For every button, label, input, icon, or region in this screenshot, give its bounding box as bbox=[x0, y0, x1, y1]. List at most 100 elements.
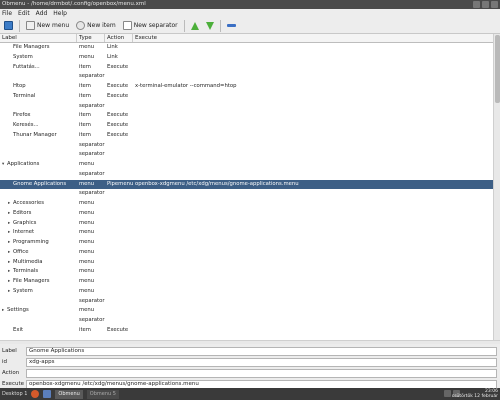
table-row[interactable]: ▸ Programming menu bbox=[0, 238, 493, 248]
terminal-launcher-icon[interactable] bbox=[43, 390, 52, 398]
cell-label: ▸ Accessories bbox=[0, 199, 77, 209]
table-row[interactable]: Gnome Applications menu Pipemenu openbox-xd… bbox=[0, 179, 493, 190]
table-row[interactable]: ▸ File Managers menu bbox=[0, 277, 493, 287]
table-row[interactable]: separator bbox=[0, 189, 493, 199]
table-row[interactable]: separator bbox=[0, 72, 493, 82]
cell-execute bbox=[133, 72, 493, 82]
taskbar-task-active[interactable]: Obmenu bbox=[55, 389, 83, 399]
cell-execute bbox=[133, 277, 493, 287]
cell-action: Pipemenu bbox=[107, 180, 133, 187]
table-row[interactable]: separator bbox=[0, 102, 493, 112]
cell-action bbox=[105, 267, 133, 277]
id-field[interactable] bbox=[26, 357, 497, 367]
table-row[interactable]: ▸ Settings menu bbox=[0, 306, 493, 316]
taskbar-task[interactable]: Obmenu 5 bbox=[86, 389, 119, 399]
table-row[interactable]: separator bbox=[0, 297, 493, 307]
cell-execute bbox=[133, 258, 493, 268]
cell-action bbox=[105, 306, 133, 316]
cell-type: separator bbox=[79, 190, 105, 197]
table-row[interactable]: ▸ Editors menu bbox=[0, 209, 493, 219]
table-row[interactable]: Futtatás... item Execute bbox=[0, 63, 493, 73]
cell-type: separator bbox=[79, 151, 105, 158]
cell-action bbox=[105, 150, 133, 160]
table-row[interactable]: ▾ Applications menu bbox=[0, 160, 493, 170]
table-row[interactable]: ▸ Graphics menu bbox=[0, 219, 493, 229]
table-row[interactable]: System menu Link bbox=[0, 53, 493, 63]
browser-launcher-icon[interactable] bbox=[31, 390, 40, 398]
table-row[interactable]: ▸ Multimedia menu bbox=[0, 258, 493, 268]
table-row[interactable]: Thunar Manager item Execute bbox=[0, 131, 493, 141]
cell-execute bbox=[133, 53, 493, 63]
cell-label: Terminal bbox=[0, 92, 77, 102]
column-header-type[interactable]: Type bbox=[77, 34, 105, 42]
cell-type: menu bbox=[79, 200, 95, 206]
table-row[interactable]: ▸ System menu bbox=[0, 287, 493, 297]
menu-add[interactable]: Add bbox=[36, 10, 48, 17]
desktop-switcher[interactable]: Desktop 1 bbox=[2, 391, 27, 397]
cell-label: Gnome Applications bbox=[0, 180, 77, 190]
new-separator-icon bbox=[122, 21, 132, 30]
property-row-action: Action bbox=[0, 368, 500, 378]
label-field[interactable] bbox=[26, 346, 497, 356]
table-row[interactable]: separator bbox=[0, 141, 493, 151]
new-separator-button[interactable]: New separator bbox=[121, 19, 180, 32]
new-menu-button[interactable]: New menu bbox=[24, 19, 71, 32]
table-row[interactable]: ▸ Office menu bbox=[0, 248, 493, 258]
cell-type: menu bbox=[79, 307, 95, 314]
column-header-execute[interactable]: Execute bbox=[133, 34, 493, 42]
close-button[interactable] bbox=[491, 1, 498, 8]
action-field[interactable] bbox=[26, 368, 497, 378]
cell-execute bbox=[133, 121, 493, 131]
vertical-scrollbar[interactable] bbox=[493, 34, 500, 340]
remove-button[interactable] bbox=[225, 19, 238, 32]
table-row[interactable]: Keresés... item Execute bbox=[0, 121, 493, 131]
column-header-action[interactable]: Action bbox=[105, 34, 133, 42]
cell-type: separator bbox=[79, 141, 105, 148]
minimize-button[interactable] bbox=[473, 1, 480, 8]
table-row[interactable]: separator bbox=[0, 170, 493, 180]
cell-type: item bbox=[79, 92, 91, 99]
cell-execute bbox=[133, 248, 493, 258]
network-icon[interactable] bbox=[444, 390, 451, 397]
cell-type: menu bbox=[79, 287, 95, 294]
clock[interactable]: 23:06 csütörtök 12 február bbox=[452, 389, 498, 399]
cell-action: Execute bbox=[107, 63, 129, 70]
move-up-button[interactable] bbox=[189, 19, 201, 32]
scrollbar-thumb[interactable] bbox=[495, 35, 500, 103]
new-item-button[interactable]: New item bbox=[74, 19, 118, 32]
column-header-label[interactable]: Label bbox=[0, 34, 77, 42]
move-down-button[interactable] bbox=[204, 19, 216, 32]
cell-execute bbox=[133, 267, 493, 277]
cell-label: ▾ Applications bbox=[0, 160, 77, 170]
new-item-label: New item bbox=[87, 22, 116, 29]
cell-label-text: Multimedia bbox=[13, 258, 43, 265]
cell-execute bbox=[133, 92, 493, 102]
maximize-button[interactable] bbox=[482, 1, 489, 8]
menu-help[interactable]: Help bbox=[53, 10, 67, 17]
menu-file[interactable]: File bbox=[2, 10, 12, 17]
cell-action bbox=[105, 228, 133, 238]
table-row[interactable]: ▸ Terminals menu bbox=[0, 267, 493, 277]
cell-execute bbox=[133, 209, 493, 219]
table-row[interactable]: Exit item Execute bbox=[0, 326, 493, 336]
taskbar: Desktop 1 Obmenu Obmenu 5 23:06 csütörtö… bbox=[0, 388, 500, 400]
save-button[interactable] bbox=[2, 19, 15, 32]
new-separator-label: New separator bbox=[133, 22, 178, 29]
cell-label-text: Graphics bbox=[13, 219, 37, 226]
menu-edit[interactable]: Edit bbox=[18, 10, 30, 17]
table-row[interactable]: ▸ Internet menu bbox=[0, 228, 493, 238]
table-row[interactable]: File Managers menu Link bbox=[0, 43, 493, 53]
table-row[interactable]: Htop item Execute x-terminal-emulator --com… bbox=[0, 82, 493, 92]
table-row[interactable]: Terminal item Execute bbox=[0, 92, 493, 102]
cell-label bbox=[0, 297, 77, 307]
table-row[interactable]: separator bbox=[0, 150, 493, 160]
table-row[interactable]: separator bbox=[0, 316, 493, 326]
property-row-label: Label bbox=[0, 346, 500, 356]
menu-tree: Label Type Action Execute File Managers m… bbox=[0, 34, 493, 340]
table-row[interactable]: Firefox item Execute bbox=[0, 111, 493, 121]
cell-action bbox=[105, 170, 133, 180]
table-row[interactable]: ▸ Accessories menu bbox=[0, 199, 493, 209]
execute-caption: Execute bbox=[2, 381, 24, 387]
cell-execute bbox=[133, 199, 493, 209]
cell-label bbox=[0, 170, 77, 180]
